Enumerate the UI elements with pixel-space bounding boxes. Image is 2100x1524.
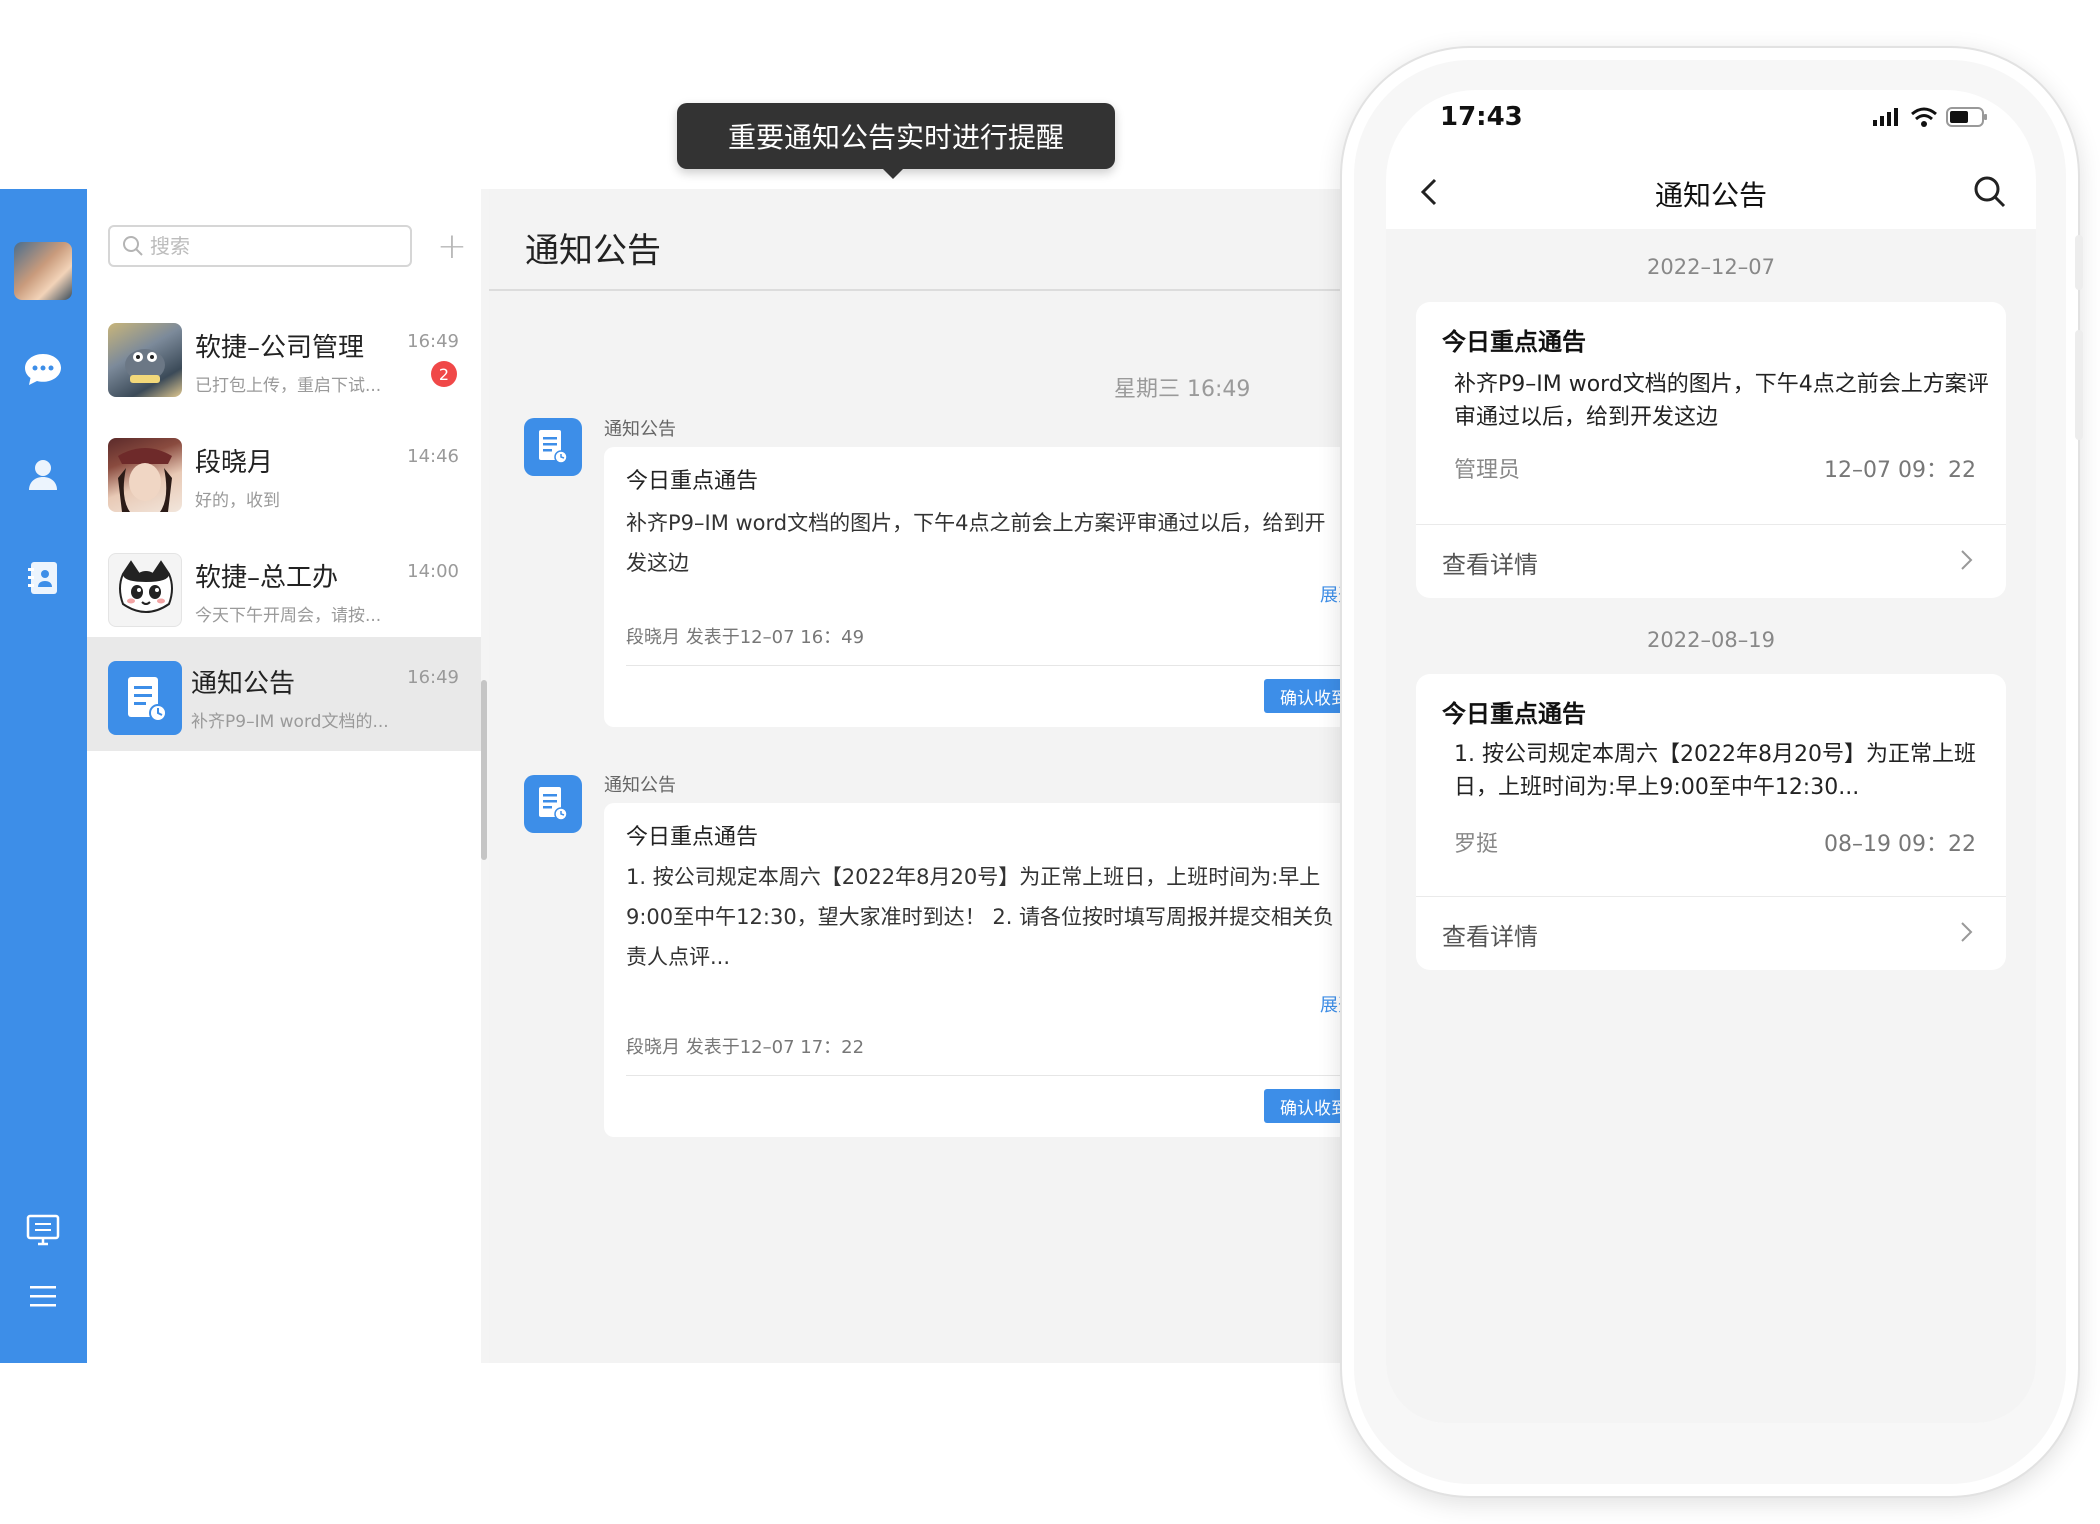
conversation-time: 16:49 — [407, 331, 459, 352]
phone-screen: 17:43 通知公告 2022–12–07 今日重点通告 补齐P9–IM wor… — [1386, 90, 2036, 1423]
conversation-name: 软捷–总工办 — [195, 563, 339, 593]
conversation-time: 14:00 — [407, 561, 459, 582]
view-details-link[interactable]: 查看详情 — [1442, 917, 1538, 952]
chat-header: 通知公告 — [489, 189, 1349, 291]
splitter-handle[interactable] — [481, 680, 487, 860]
divider — [626, 665, 1349, 666]
message-meta: 段晓月 发表于12–07 16：49 — [626, 627, 865, 648]
conversation-name: 段晓月 — [195, 448, 274, 478]
chevron-right-icon — [1961, 550, 1973, 570]
notice-author: 罗挺 — [1454, 832, 1499, 857]
message-body: 补齐P9–IM word文档的图片，下午4点之前会上方案评审通过以后，给到开发这… — [626, 511, 1326, 575]
chevron-right-icon — [1961, 922, 1973, 942]
conversation-time: 16:49 — [407, 667, 459, 688]
notice-body: 补齐P9–IM word文档的图片，下午4点之前会上方案评审通过以后，给到开发这… — [1454, 372, 1989, 430]
chat-panel: 通知公告 星期三 16:49 通知公告 今日重点通告 补齐P9–IM word文… — [489, 189, 1349, 1363]
monitor-icon[interactable] — [22, 1209, 64, 1251]
conversation-time: 14:46 — [407, 446, 459, 467]
menu-icon[interactable] — [22, 1275, 64, 1317]
divider — [1416, 896, 2006, 897]
message-sender: 通知公告 — [604, 419, 676, 440]
phone-button — [2075, 330, 2083, 440]
unread-badge: 2 — [431, 361, 457, 387]
conversation-item-active[interactable]: 通知公告 补齐P9–IM word文档的... 16:49 — [87, 637, 481, 751]
notice-card[interactable]: 今日重点通告 补齐P9–IM word文档的图片，下午4点之前会上方案评审通过以… — [1416, 302, 2006, 598]
notice-icon — [524, 418, 582, 476]
search-icon[interactable] — [1970, 172, 2010, 212]
conversation-preview: 补齐P9–IM word文档的... — [191, 712, 389, 732]
notice-message-card: 今日重点通告 补齐P9–IM word文档的图片，下午4点之前会上方案评审通过以… — [604, 447, 1349, 727]
conversation-name: 软捷–公司管理 — [195, 333, 365, 363]
divider — [1416, 524, 2006, 525]
notice-time: 12–07 09：22 — [1824, 458, 1976, 483]
app-sidebar-rail — [0, 189, 87, 1363]
notice-feed: 2022–12–07 今日重点通告 补齐P9–IM word文档的图片，下午4点… — [1386, 229, 2036, 1423]
message-body: 1. 按公司规定本周六【2022年8月20号】为正常上班日，上班时间为:早上9:… — [626, 865, 1335, 969]
phone-button — [2075, 235, 2083, 290]
conversation-item[interactable]: 软捷–总工办 今天下午开周会，请按... 14:00 — [87, 531, 481, 645]
avatar — [108, 323, 182, 397]
notice-avatar-icon — [108, 661, 182, 735]
conversation-item[interactable]: 段晓月 好的，收到 14:46 — [87, 416, 481, 530]
wifi-icon — [1911, 107, 1937, 127]
notice-body: 1. 按公司规定本周六【2022年8月20号】为正常上班日，上班时间为:早上9:… — [1454, 742, 1976, 800]
search-input[interactable] — [150, 234, 370, 258]
notice-author: 管理员 — [1454, 458, 1521, 483]
user-avatar[interactable] — [14, 242, 72, 300]
notice-title: 今日重点通告 — [1442, 328, 1586, 356]
notice-card[interactable]: 今日重点通告 1. 按公司规定本周六【2022年8月20号】为正常上班日，上班时… — [1416, 674, 2006, 970]
search-icon — [123, 236, 143, 256]
chat-bubble-icon[interactable] — [22, 349, 64, 391]
notification-tooltip: 重要通知公告实时进行提醒 — [677, 103, 1115, 179]
message-sender: 通知公告 — [604, 775, 676, 796]
view-details-link[interactable]: 查看详情 — [1442, 545, 1538, 580]
address-book-icon[interactable] — [22, 557, 64, 599]
conversation-name: 通知公告 — [191, 669, 296, 699]
signal-icon — [1873, 108, 1898, 126]
divider — [626, 1075, 1349, 1076]
conversation-preview: 已打包上传，重启下试... — [195, 376, 382, 396]
search-field[interactable] — [108, 225, 412, 267]
message-title: 今日重点通告 — [626, 469, 759, 494]
notice-time: 08–19 09：22 — [1824, 832, 1976, 857]
conversation-list: + 软捷–公司管理 已打包上传，重启下试... 16:49 2 段晓月 好的，收… — [87, 189, 481, 1363]
contacts-icon[interactable] — [22, 454, 64, 496]
phone-page-title: 通知公告 — [1654, 179, 1767, 212]
avatar — [108, 438, 182, 512]
message-timestamp: 星期三 16:49 — [1114, 377, 1251, 402]
message-meta: 段晓月 发表于12–07 17：22 — [626, 1037, 865, 1058]
conversation-item[interactable]: 软捷–公司管理 已打包上传，重启下试... 16:49 2 — [87, 301, 481, 415]
notice-title: 今日重点通告 — [1442, 700, 1586, 728]
date-separator: 2022–12–07 — [1647, 255, 1775, 279]
chat-title: 通知公告 — [525, 231, 661, 271]
battery-icon — [1946, 107, 1987, 127]
message-title: 今日重点通告 — [626, 825, 759, 850]
conversation-preview: 好的，收到 — [195, 491, 280, 511]
notice-message-card: 今日重点通告 1. 按公司规定本周六【2022年8月20号】为正常上班日，上班时… — [604, 803, 1349, 1137]
avatar — [108, 553, 182, 627]
conversation-preview: 今天下午开周会，请按... — [195, 606, 382, 626]
status-bar-icons — [1872, 106, 1988, 128]
add-button[interactable]: + — [432, 225, 472, 267]
date-separator: 2022–08–19 — [1647, 628, 1775, 652]
confirm-receipt-button[interactable]: 确认收到 — [1264, 679, 1349, 713]
notice-icon — [524, 775, 582, 833]
confirm-receipt-button[interactable]: 确认收到 — [1264, 1089, 1349, 1123]
status-bar-time: 17:43 — [1440, 102, 1523, 132]
